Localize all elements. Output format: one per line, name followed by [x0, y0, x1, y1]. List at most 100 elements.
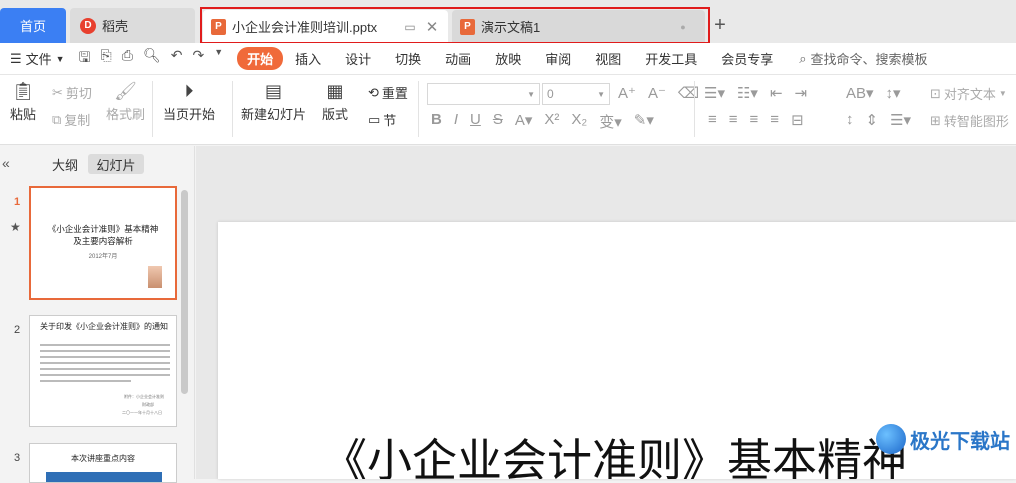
font-family-select[interactable]: ▼ — [427, 83, 540, 105]
file-menu-label: 文件 — [25, 52, 52, 67]
align-left-icon[interactable]: ≡ — [708, 111, 717, 129]
print-icon[interactable]: ⎙ — [122, 47, 133, 71]
subscript-icon[interactable]: X₂ — [571, 111, 587, 132]
italic-icon[interactable]: I — [454, 111, 458, 132]
chevron-down-icon: ▼ — [55, 53, 65, 64]
reset-label: 重置 — [381, 86, 408, 101]
undo-icon[interactable]: ↶ — [171, 47, 183, 71]
align-text-button[interactable]: ⊡ 对齐文本 ▼ — [930, 84, 1007, 103]
format-painter-button[interactable]: 🖌︎ 格式刷 — [106, 81, 145, 123]
align-text-label: 对齐文本 — [943, 87, 996, 102]
menu-view[interactable]: 视图 — [583, 49, 633, 68]
thumb-2-issuer: 财政部 — [142, 402, 154, 407]
font-color-icon[interactable]: A▾ — [515, 111, 533, 132]
thumb-2-title: 关于印发《小企业会计准则》的通知 — [40, 322, 168, 331]
print-preview-icon[interactable]: 🔍︎ — [143, 47, 161, 71]
more-spacing-icon[interactable]: ☰▾ — [890, 111, 911, 129]
slide-pane-scrollbar[interactable] — [181, 190, 188, 394]
chevron-down-icon: ▼ — [998, 89, 1007, 98]
section-button[interactable]: ▭ 节 — [368, 110, 396, 129]
chevron-down-icon[interactable]: ▼ — [214, 47, 223, 71]
paste-label: 粘贴 — [10, 107, 37, 122]
bullet-list-icon[interactable]: ☰▾ — [704, 84, 725, 102]
menu-animation[interactable]: 动画 — [433, 49, 483, 68]
menu-slideshow[interactable]: 放映 — [483, 49, 533, 68]
alignment-controls: ≡ ≡ ≡ ≡ ⊟ — [708, 111, 804, 129]
tab-slides[interactable]: 幻灯片 — [88, 154, 144, 174]
menu-member[interactable]: 会员专享 — [709, 49, 785, 68]
smartart-button[interactable]: ⊞ 转智能图形 — [930, 111, 1009, 130]
layout-button[interactable]: ▦ 版式 — [322, 81, 348, 123]
tab-daoke[interactable]: D 稻壳 — [70, 8, 195, 43]
thumb-3-title: 本次讲座重点内容 — [71, 454, 135, 463]
reset-button[interactable]: ⟲ 重置 — [368, 83, 408, 102]
play-icon: ⏵ — [184, 81, 194, 101]
highlight-icon[interactable]: ✎▾ — [634, 111, 654, 132]
strikethrough-icon[interactable]: S — [493, 111, 503, 132]
text-direction-icon[interactable]: ↕▾ — [886, 84, 901, 102]
align-center-icon[interactable]: ≡ — [729, 111, 738, 129]
numbered-list-icon[interactable]: ☷▾ — [737, 84, 758, 102]
thumb-1-image — [148, 266, 162, 288]
thumb-2-date: 二〇一一年十月十八日 — [122, 410, 162, 415]
bold-icon[interactable]: B — [431, 111, 442, 132]
cut-button[interactable]: ✂ 剪切 — [52, 83, 92, 102]
new-slide-icon: ▤ — [265, 81, 283, 101]
thumb-1-date: 2012年7月 — [88, 254, 118, 260]
phonetic-guide-icon[interactable]: 变▾ — [599, 111, 622, 132]
export-pdf-icon[interactable]: ⎘ — [101, 47, 112, 71]
search-icon: ⌕ — [799, 50, 807, 66]
section-label: 节 — [383, 113, 397, 128]
align-right-icon[interactable]: ≡ — [750, 111, 759, 129]
watermark: 极光下载站 — [876, 424, 1010, 454]
menu-insert[interactable]: 插入 — [283, 49, 333, 68]
menu-home[interactable]: 开始 — [237, 47, 284, 70]
collapse-pane-icon[interactable]: « — [2, 155, 10, 171]
thumb-1-title: 《小企业会计准则》基本精神 及主要内容解析 — [31, 224, 175, 248]
slide-thumbnail-3[interactable]: 本次讲座重点内容 — [29, 443, 177, 483]
menu-developer[interactable]: 开发工具 — [633, 49, 709, 68]
menu-review[interactable]: 审阅 — [533, 49, 583, 68]
ribbon-divider — [418, 81, 419, 137]
new-tab-button[interactable]: + — [710, 14, 730, 36]
copy-button[interactable]: ⧉ 复制 — [52, 110, 90, 129]
menu-transition[interactable]: 切换 — [383, 49, 433, 68]
file-menu-button[interactable]: ☰ 文件 ▼ — [10, 49, 65, 68]
increase-font-icon[interactable]: A⁺ — [618, 84, 636, 102]
slide-title[interactable]: 《小企业会计准则》基本精神 — [322, 424, 907, 479]
redo-icon[interactable]: ↷ — [192, 47, 204, 71]
justify-icon[interactable]: ≡ — [770, 111, 779, 129]
tab-home[interactable]: 首页 — [0, 8, 66, 43]
decrease-font-icon[interactable]: A⁻ — [648, 84, 666, 102]
slide-thumbnail-2[interactable]: 关于印发《小企业会计准则》的通知 附件：小企业会计准则 财政部 二〇一一年十月十… — [29, 315, 177, 427]
new-slide-button[interactable]: ▤ 新建幻灯片 — [241, 81, 306, 123]
menu-design[interactable]: 设计 — [333, 49, 383, 68]
distribute-icon[interactable]: ⊟ — [791, 111, 804, 129]
superscript-icon[interactable]: X² — [544, 111, 559, 132]
increase-indent-icon[interactable]: ⇥ — [795, 84, 808, 102]
paste-button[interactable]: 📋︎ 粘贴 — [10, 81, 36, 123]
ribbon-divider — [152, 81, 153, 137]
chevron-down-icon: ▼ — [597, 89, 605, 99]
tab-outline[interactable]: 大纲 — [46, 154, 84, 174]
ribbon-divider — [232, 81, 233, 137]
command-search[interactable]: ⌕ 查找命令、搜索模板 — [799, 49, 927, 68]
decrease-indent-icon[interactable]: ⇤ — [770, 84, 783, 102]
star-icon: ★ — [10, 220, 21, 234]
line-spacing-icon[interactable]: ↕ — [846, 111, 854, 129]
play-from-current-button[interactable]: ⏵ 当页开始 — [163, 81, 215, 123]
chevron-down-icon: ▼ — [527, 89, 535, 99]
new-slide-label: 新建幻灯片 — [241, 107, 307, 122]
text-box-icon[interactable]: AB▾ — [846, 84, 874, 102]
clear-format-icon[interactable]: ⌫ — [678, 84, 699, 102]
save-icon[interactable]: 🖫 — [79, 47, 91, 71]
spacing-controls: ↕ ⇕ ☰▾ — [846, 111, 911, 129]
slide-thumbnail-1[interactable]: 《小企业会计准则》基本精神 及主要内容解析 2012年7月 — [29, 186, 177, 300]
underline-icon[interactable]: U — [470, 111, 481, 132]
smartart-label: 转智能图形 — [943, 114, 1009, 129]
thumb-3-bar — [46, 472, 162, 482]
paragraph-spacing-icon[interactable]: ⇕ — [866, 111, 879, 129]
thumb-2-body — [40, 344, 170, 386]
command-search-label: 查找命令、搜索模板 — [810, 52, 928, 67]
font-size-select[interactable]: 0 ▼ — [542, 83, 610, 105]
